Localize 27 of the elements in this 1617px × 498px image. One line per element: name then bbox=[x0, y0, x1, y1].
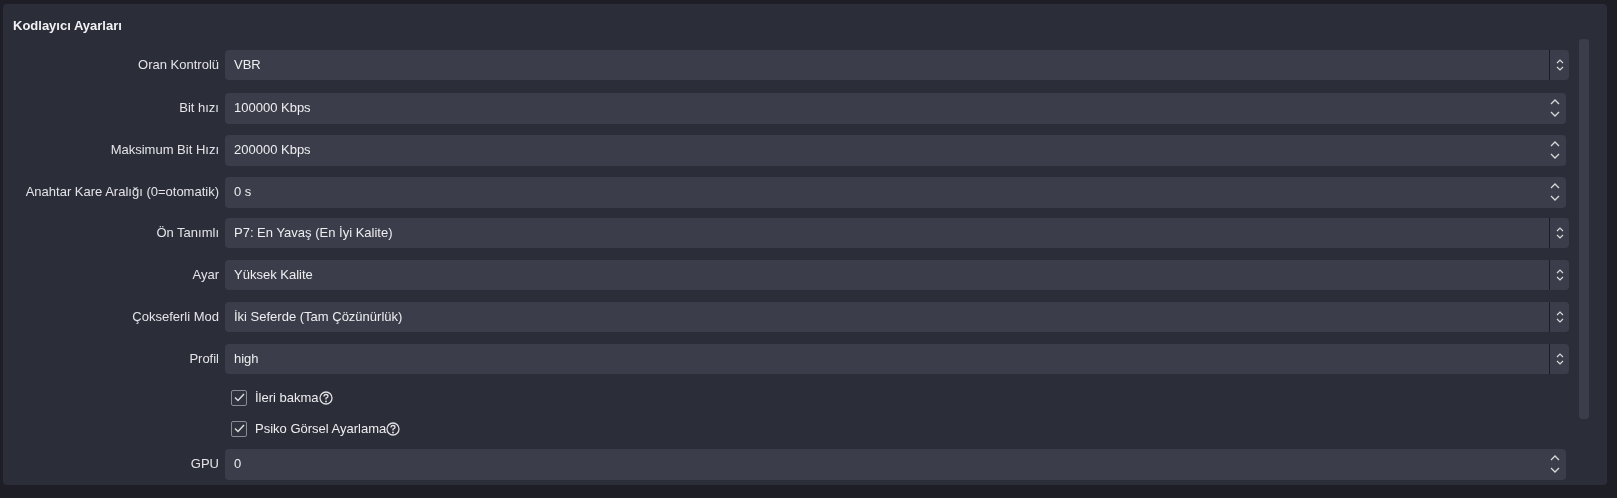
dropdown[interactable]: Yüksek Kalite bbox=[225, 259, 1569, 290]
dropdown[interactable]: İki Seferde (Tam Çözünürlük) bbox=[225, 301, 1569, 332]
checkbox[interactable] bbox=[231, 389, 247, 406]
check-icon bbox=[233, 424, 245, 433]
field-label: GPU bbox=[189, 455, 220, 474]
field-label: Çokseferli Mod bbox=[131, 307, 220, 326]
number-field[interactable]: 200000 Kbps bbox=[225, 134, 1566, 166]
number-field[interactable]: 0 bbox=[225, 448, 1566, 480]
dropdown[interactable]: high bbox=[225, 343, 1569, 374]
check-icon bbox=[233, 393, 245, 402]
field-label: Ön Tanımlı bbox=[155, 223, 220, 242]
checkbox[interactable] bbox=[231, 420, 247, 437]
help-icon[interactable] bbox=[318, 390, 333, 405]
field-label: Anahtar Kare Aralığı (0=otomatik) bbox=[24, 183, 220, 202]
dropdown[interactable]: VBR bbox=[225, 49, 1569, 80]
panel-title: Kodlayıcı Ayarları bbox=[13, 17, 123, 35]
dropdown[interactable]: P7: En Yavaş (En İyi Kalite) bbox=[225, 217, 1569, 248]
field-label: Bit hızı bbox=[178, 99, 220, 118]
help-icon[interactable] bbox=[386, 421, 401, 436]
checkbox-label: Psiko Görsel Ayarlama bbox=[255, 419, 387, 438]
field-label: Maksimum Bit Hızı bbox=[109, 141, 220, 160]
field-label: Ayar bbox=[191, 265, 220, 284]
checkbox-label: İleri bakma bbox=[255, 388, 319, 407]
number-field[interactable]: 0 s bbox=[225, 176, 1566, 208]
field-label: Oran Kontrolü bbox=[137, 55, 220, 74]
field-label: Profil bbox=[188, 349, 220, 368]
number-field[interactable]: 100000 Kbps bbox=[225, 92, 1566, 124]
